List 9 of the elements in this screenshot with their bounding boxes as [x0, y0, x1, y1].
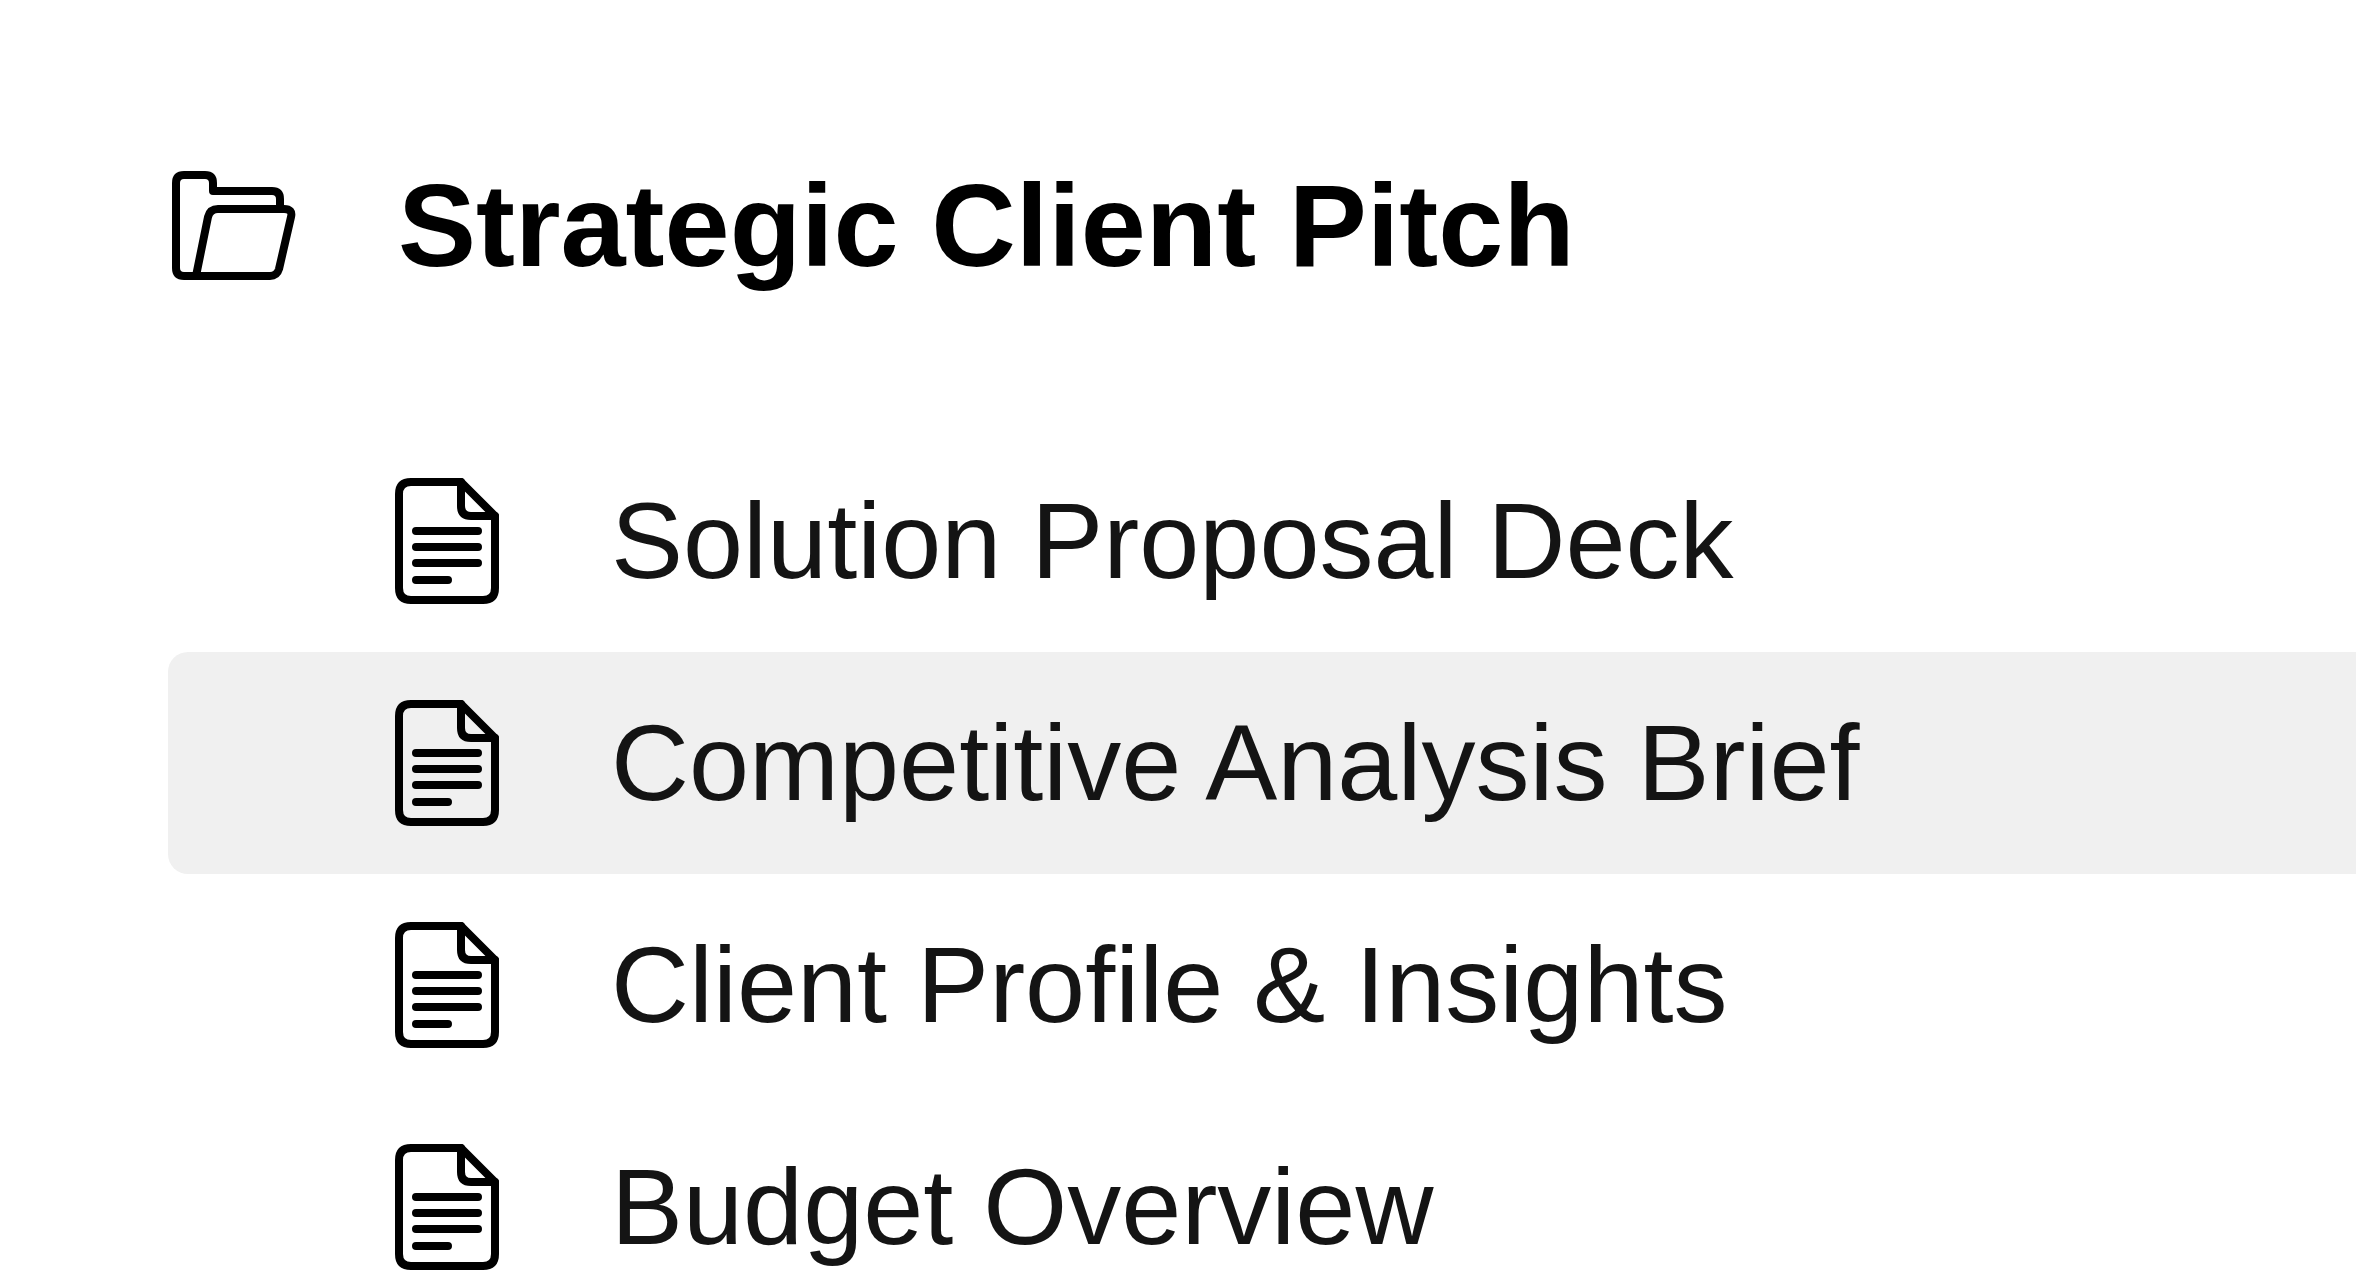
- file-item[interactable]: Budget Overview: [168, 1095, 2356, 1276]
- file-item[interactable]: Competitive Analysis Brief: [168, 651, 2356, 874]
- document-icon: [395, 477, 499, 604]
- document-icon: [395, 1143, 499, 1270]
- document-icon: [395, 699, 499, 826]
- file-item[interactable]: Client Profile & Insights: [168, 873, 2356, 1096]
- folder-title: Strategic Client Pitch: [398, 159, 1575, 293]
- document-icon: [395, 921, 499, 1048]
- file-item[interactable]: Solution Proposal Deck: [168, 429, 2356, 652]
